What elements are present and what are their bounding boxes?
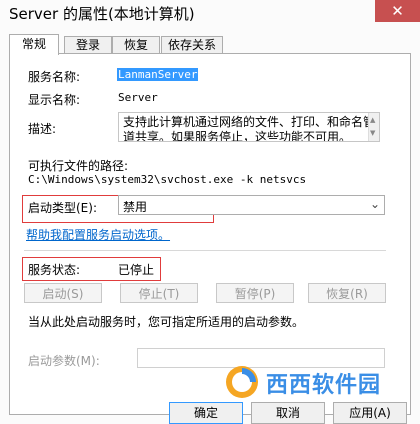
resume-button[interactable]: 恢复(R) (308, 283, 386, 303)
display-name-value: Server (118, 91, 158, 104)
service-name-label: 服务名称: (28, 70, 81, 84)
stop-button[interactable]: 停止(T) (120, 283, 198, 303)
tab-dependencies[interactable]: 依存关系 (161, 36, 223, 54)
display-name-label: 显示名称: (28, 93, 81, 107)
pause-button[interactable]: 暂停(P) (216, 283, 294, 303)
help-link[interactable]: 帮助我配置服务启动选项。 (26, 226, 170, 243)
watermark-text: 西西软件园 (266, 373, 382, 398)
service-status-value: 已停止 (118, 263, 155, 277)
exec-path-value: C:\Windows\system32\svchost.exe -k netsv… (28, 173, 307, 186)
exec-path-label: 可执行文件的路径: (28, 159, 129, 173)
chevron-down-icon: ⌄ (369, 197, 380, 211)
description-box[interactable]: 支持此计算机通过网络的文件、打印、和命名管道共享。如果服务停止，这些功能不可用。… (118, 112, 380, 142)
start-button[interactable]: 启动(S) (24, 283, 102, 303)
startup-type-select[interactable]: 禁用 ⌄ (118, 195, 385, 215)
start-params-label: 启动参数(M): (28, 354, 100, 368)
start-params-hint: 当从此处启动服务时，您可指定所适用的启动参数。 (28, 315, 305, 329)
description-label: 描述: (28, 122, 57, 136)
scroll-down-icon[interactable]: ▼ (370, 126, 375, 141)
service-name-value[interactable]: LanmanServer (117, 68, 199, 81)
close-icon: ✕ (391, 2, 404, 20)
description-scrollbar[interactable]: ▲ ▼ (368, 113, 379, 141)
description-text: 支持此计算机通过网络的文件、打印、和命名管道共享。如果服务停止，这些功能不可用。 (123, 115, 376, 142)
startup-type-label: 启动类型(E): (28, 201, 97, 215)
general-panel: 服务名称: LanmanServer 显示名称: Server 描述: 支持此计… (9, 53, 411, 415)
close-button[interactable]: ✕ (375, 0, 420, 22)
cancel-button[interactable]: 取消 (251, 402, 325, 424)
service-status-label: 服务状态: (28, 263, 81, 277)
window-title: Server 的属性(本地计算机) (9, 5, 195, 23)
ok-button[interactable]: 确定 (169, 402, 243, 424)
watermark: 西西软件园 (222, 362, 392, 402)
tab-logon[interactable]: 登录 (64, 36, 112, 54)
tab-general[interactable]: 常规 (9, 34, 59, 55)
apply-button[interactable]: 应用(A) (333, 402, 407, 424)
startup-type-value: 禁用 (123, 200, 148, 214)
watermark-logo-icon (226, 366, 258, 398)
tab-recovery[interactable]: 恢复 (112, 36, 160, 54)
divider (24, 250, 386, 251)
title-bar: Server 的属性(本地计算机) ✕ (0, 0, 420, 28)
